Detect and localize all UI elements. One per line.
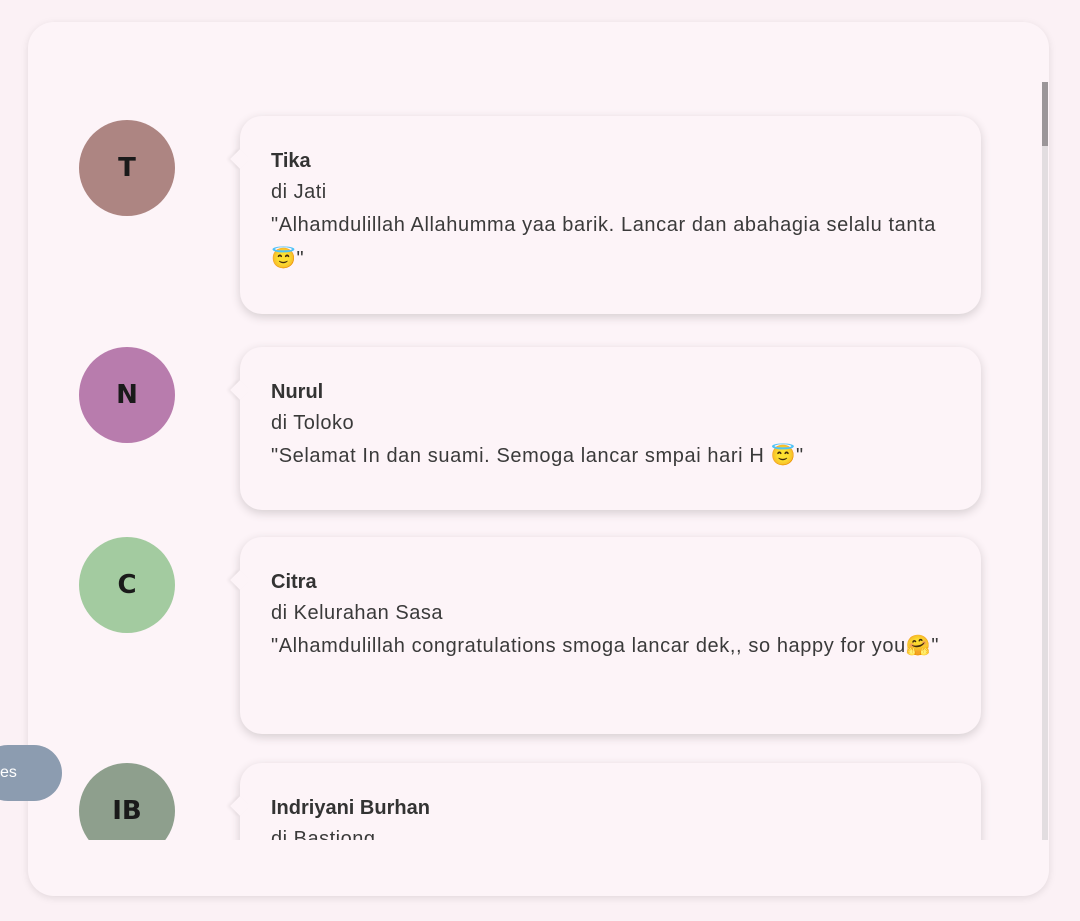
wish-message: "Alhamdulillah Allahumma yaa barik. Lanc… (271, 214, 936, 270)
avatar: T (79, 120, 175, 216)
scrollbar-thumb[interactable] (1042, 82, 1048, 146)
wish-author-name: Nurul (271, 381, 324, 403)
scrollbar[interactable] (1042, 82, 1048, 840)
wish-bubble: Citra di Kelurahan Sasa "Alhamdulillah c… (240, 537, 981, 734)
wish-message: "Selamat In dan suami. Semoga lancar smp… (271, 445, 804, 467)
wish-bubble: Tika di Jati "Alhamdulillah Allahumma ya… (240, 116, 981, 314)
wish-location: di Kelurahan Sasa (271, 602, 443, 624)
side-floating-button-label: es (0, 764, 17, 781)
wish-location: di Bastiong (271, 828, 376, 840)
wish-bubble: Nurul di Toloko "Selamat In dan suami. S… (240, 347, 981, 510)
wish-message: "Alhamdulillah congratulations smoga lan… (271, 635, 940, 657)
wish-author-name: Citra (271, 571, 317, 593)
avatar: IB (79, 763, 175, 840)
wish-author-name: Tika (271, 150, 311, 172)
wish-bubble: Indriyani Burhan di Bastiong (240, 763, 981, 840)
side-floating-button[interactable]: es (0, 745, 62, 801)
avatar: N (79, 347, 175, 443)
wishes-list[interactable]: T Tika di Jati "Alhamdulillah Allahumma … (28, 82, 1049, 840)
wish-location: di Toloko (271, 412, 355, 434)
avatar: C (79, 537, 175, 633)
wishes-card: T Tika di Jati "Alhamdulillah Allahumma … (28, 22, 1049, 896)
wish-author-name: Indriyani Burhan (271, 797, 430, 819)
wish-location: di Jati (271, 181, 327, 203)
